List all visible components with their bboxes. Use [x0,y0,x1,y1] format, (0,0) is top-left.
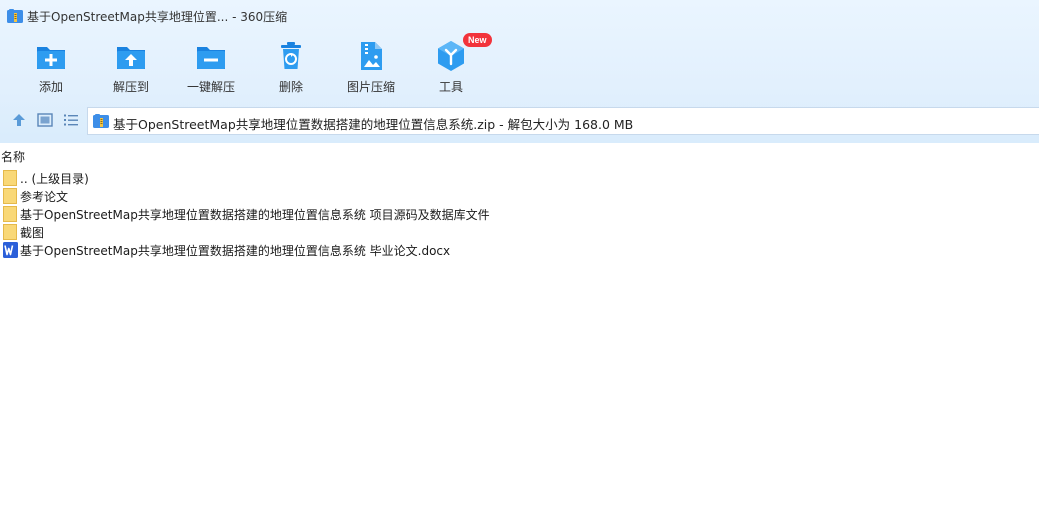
list-item-name: 参考论文 [20,190,69,204]
view-list-icon[interactable] [62,111,80,129]
extract-to-button[interactable]: 解压到 [91,36,171,98]
tools-icon [435,40,467,72]
list-header: 名称 [0,148,1039,166]
word-document-icon [3,242,18,258]
add-icon [35,40,67,72]
up-arrow-icon[interactable] [10,111,28,129]
list-item[interactable]: 参考论文 [0,187,1039,205]
view-thumbnail-icon[interactable] [36,111,54,129]
archive-icon [93,114,109,128]
list-item-parent-directory[interactable]: .. (上级目录) [0,169,1039,187]
file-list: .. (上级目录) 参考论文 基于OpenStreetMap共享地理位置数据搭建… [0,169,1039,259]
list-item[interactable]: 基于OpenStreetMap共享地理位置数据搭建的地理位置信息系统 毕业论文.… [0,241,1039,259]
list-item[interactable]: 基于OpenStreetMap共享地理位置数据搭建的地理位置信息系统 项目源码及… [0,205,1039,223]
add-button[interactable]: 添加 [11,36,91,98]
navigation-row: 基于OpenStreetMap共享地理位置数据搭建的地理位置信息系统.zip -… [0,107,1039,135]
list-item[interactable]: 截图 [0,223,1039,241]
delete-label: 删除 [278,80,303,94]
one-click-extract-icon [195,40,227,72]
one-click-extract-button[interactable]: 一键解压 [171,36,251,98]
address-text: 基于OpenStreetMap共享地理位置数据搭建的地理位置信息系统.zip -… [113,117,634,132]
tools-button[interactable]: New 工具 [411,33,492,98]
delete-button[interactable]: 删除 [251,36,331,98]
toolbar: 添加 解压到 一键解压 删除 图片压缩 New 工具 [0,33,1039,98]
folder-icon [3,188,17,204]
top-area: 基于OpenStreetMap共享地理位置... - 360压缩 添加 解压到 … [0,0,1039,143]
list-item-name: 基于OpenStreetMap共享地理位置数据搭建的地理位置信息系统 项目源码及… [20,208,490,222]
add-label: 添加 [38,80,63,94]
image-compress-button[interactable]: 图片压缩 [331,36,411,98]
tools-label: 工具 [438,80,463,94]
archive-icon [7,9,23,23]
list-item-name: .. (上级目录) [20,172,89,186]
delete-icon [275,40,307,72]
extract-to-label: 解压到 [112,80,149,94]
column-header-name[interactable]: 名称 [1,148,25,165]
one-click-extract-label: 一键解压 [186,80,235,94]
list-item-name: 截图 [20,226,45,240]
window-title: 基于OpenStreetMap共享地理位置... - 360压缩 [27,10,288,24]
folder-icon [3,170,17,186]
image-compress-icon [355,40,387,72]
folder-icon [3,206,17,222]
folder-icon [3,224,17,240]
address-bar[interactable]: 基于OpenStreetMap共享地理位置数据搭建的地理位置信息系统.zip -… [87,107,1039,135]
title-bar: 基于OpenStreetMap共享地理位置... - 360压缩 [0,0,1039,32]
new-badge: New [463,33,492,47]
image-compress-label: 图片压缩 [346,80,395,94]
extract-to-icon [115,40,147,72]
list-item-name: 基于OpenStreetMap共享地理位置数据搭建的地理位置信息系统 毕业论文.… [20,244,451,258]
